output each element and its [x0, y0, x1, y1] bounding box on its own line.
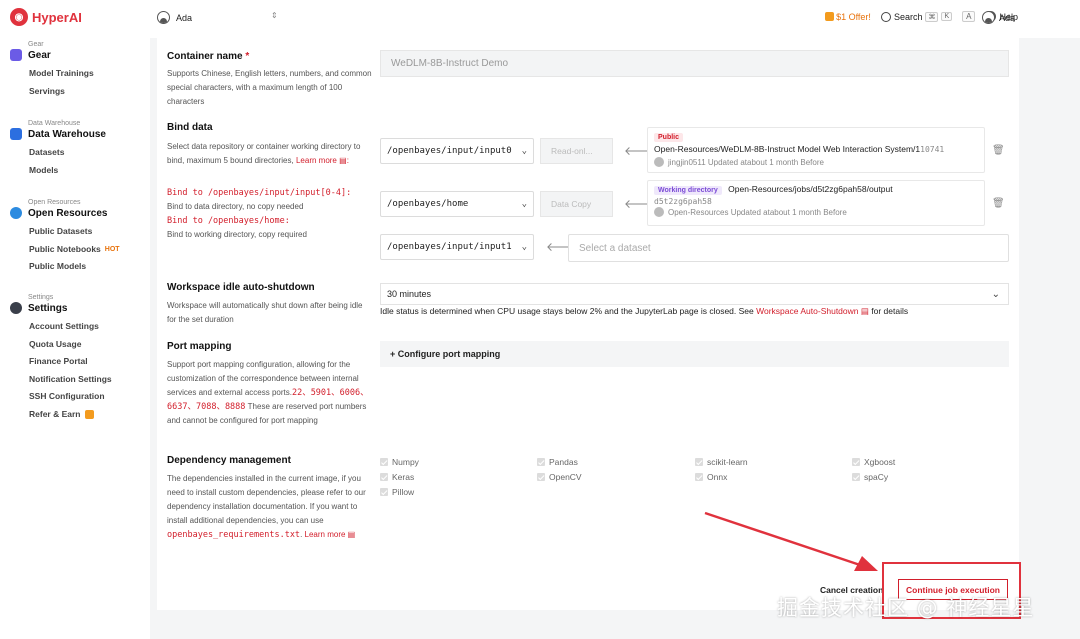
annotation-arrow [704, 511, 878, 571]
arrow-line [704, 511, 867, 569]
watermark-text: 掘金技术社区 @ 神经星星 [777, 596, 1035, 620]
